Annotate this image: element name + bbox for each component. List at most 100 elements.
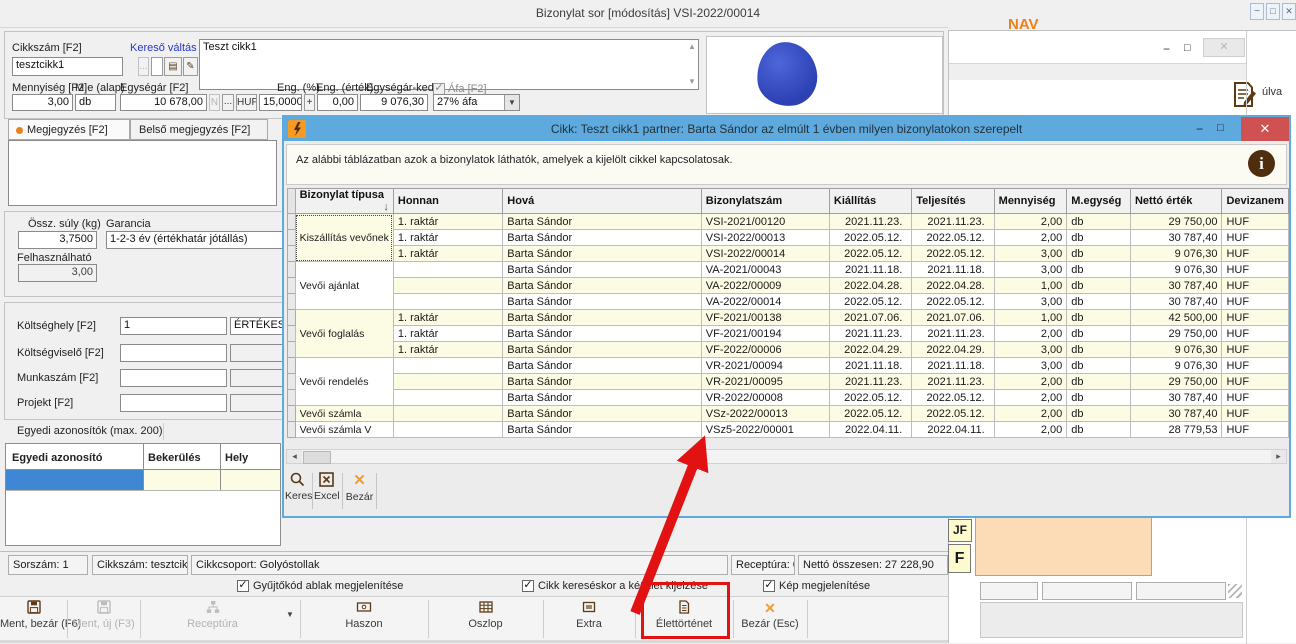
cell-netto-ertek[interactable]: 9 076,30: [1130, 246, 1221, 262]
cell-devizanem[interactable]: HUF: [1222, 246, 1289, 262]
cell-megyseg[interactable]: db: [1067, 326, 1131, 342]
cell-kiallitas[interactable]: 2021.11.18.: [829, 358, 911, 374]
notepad-edit-button[interactable]: ▤: [164, 57, 182, 76]
cell-teljesites[interactable]: 2022.04.11.: [912, 422, 994, 438]
cell-devizanem[interactable]: HUF: [1222, 390, 1289, 406]
table-row[interactable]: Barta SándorVR-2022/000082022.05.12.2022…: [288, 390, 1289, 406]
cell-bizonylatszam[interactable]: VA-2022/00009: [701, 278, 829, 294]
scroll-down-icon[interactable]: ▼: [688, 77, 696, 86]
cell-hova[interactable]: Barta Sándor: [503, 262, 701, 278]
cell-hova[interactable]: Barta Sándor: [503, 294, 701, 310]
cell-bizonylatszam[interactable]: VSI-2022/00013: [701, 230, 829, 246]
cell-netto-ertek[interactable]: 30 787,40: [1130, 230, 1221, 246]
cell-devizanem[interactable]: HUF: [1222, 342, 1289, 358]
header-kiallitas[interactable]: Kiállítás: [829, 189, 911, 214]
cell-mennyiseg[interactable]: 2,00: [994, 406, 1067, 422]
cell-bizonylatszam[interactable]: VSI-2021/00120: [701, 214, 829, 230]
cell-megyseg[interactable]: db: [1067, 422, 1131, 438]
receptura-dropdown-icon[interactable]: ▼: [286, 610, 294, 619]
cell-bizonylatszam[interactable]: VA-2022/00014: [701, 294, 829, 310]
save-close-button[interactable]: Ment, bezár (F6): [0, 598, 67, 640]
cell-teljesites[interactable]: 2022.05.12.: [912, 294, 994, 310]
cell-bizonylatszam[interactable]: VF-2022/00006: [701, 342, 829, 358]
cell-netto-ertek[interactable]: 28 779,53: [1130, 422, 1221, 438]
cell-teljesites[interactable]: 2021.11.18.: [912, 358, 994, 374]
cell-mennyiseg[interactable]: 3,00: [994, 246, 1067, 262]
doc-type-group-cell[interactable]: Vevői rendelés: [295, 358, 393, 406]
cell-teljesites[interactable]: 2022.04.28.: [912, 278, 994, 294]
megjegyzes-textarea[interactable]: [8, 140, 277, 206]
cell-devizanem[interactable]: HUF: [1222, 230, 1289, 246]
egysegar-kedv-input[interactable]: 9 076,30: [360, 94, 428, 111]
bezar-button[interactable]: ✕ Bezár (Esc): [733, 598, 807, 640]
gyujtokod-checkbox[interactable]: ✓: [237, 580, 249, 592]
egysegar-input[interactable]: 10 678,00: [120, 94, 207, 111]
cell-netto-ertek[interactable]: 9 076,30: [1130, 358, 1221, 374]
cell-kiallitas[interactable]: 2022.04.29.: [829, 342, 911, 358]
mennyiseg-input[interactable]: 3,00: [12, 94, 73, 111]
cell-mennyiseg[interactable]: 3,00: [994, 342, 1067, 358]
cell-megyseg[interactable]: db: [1067, 358, 1131, 374]
cell-devizanem[interactable]: HUF: [1222, 326, 1289, 342]
scrollbar-thumb[interactable]: [303, 451, 331, 464]
cell-devizanem[interactable]: HUF: [1222, 310, 1289, 326]
table-row[interactable]: Vevői számla VBarta SándorVSz5-2022/0000…: [288, 422, 1289, 438]
cell-kiallitas[interactable]: 2022.04.11.: [829, 422, 911, 438]
cell-kiallitas[interactable]: 2022.05.12.: [829, 246, 911, 262]
outer-minimize-icon[interactable]: −: [1250, 3, 1264, 20]
cell-hova[interactable]: Barta Sándor: [503, 374, 701, 390]
tab-belso-megjegyzes[interactable]: Belső megjegyzés [F2]: [130, 119, 268, 140]
me-alap-input[interactable]: db: [75, 94, 116, 111]
cell-megyseg[interactable]: db: [1067, 390, 1131, 406]
popup-titlebar[interactable]: Cikk: Teszt cikk1 partner: Barta Sándor …: [284, 117, 1289, 141]
cell-honnan[interactable]: [393, 390, 502, 406]
close-icon[interactable]: ✕: [1203, 38, 1245, 57]
cell-bizonylatszam[interactable]: VF-2021/00138: [701, 310, 829, 326]
cell-netto-ertek[interactable]: 29 750,00: [1130, 374, 1221, 390]
eng-pct-input[interactable]: 15,0000: [259, 94, 302, 111]
bezar-button[interactable]: ✕ Bezár: [344, 471, 375, 511]
table-row[interactable]: 1. raktárBarta SándorVF-2022/000062022.0…: [288, 342, 1289, 358]
cell-mennyiseg[interactable]: 1,00: [994, 310, 1067, 326]
doc-type-group-cell[interactable]: Vevői ajánlat: [295, 262, 393, 310]
cell-bizonylatszam[interactable]: VF-2021/00194: [701, 326, 829, 342]
edit-document-icon[interactable]: [1231, 81, 1257, 109]
cell-netto-ertek[interactable]: 30 787,40: [1130, 390, 1221, 406]
cell-netto-ertek[interactable]: 30 787,40: [1130, 406, 1221, 422]
cell-devizanem[interactable]: HUF: [1222, 406, 1289, 422]
cell-kiallitas[interactable]: 2021.11.18.: [829, 262, 911, 278]
cikkszam-input[interactable]: tesztcikk1: [12, 57, 123, 76]
cell-honnan[interactable]: 1. raktár: [393, 230, 502, 246]
cell-honnan[interactable]: [393, 294, 502, 310]
plus-spinner[interactable]: +: [304, 94, 315, 111]
cell-kiallitas[interactable]: 2022.04.28.: [829, 278, 911, 294]
cell-hova[interactable]: Barta Sándor: [503, 230, 701, 246]
egyedi-selected-cell[interactable]: [6, 470, 143, 490]
minimize-icon[interactable]: −: [1196, 117, 1203, 141]
tab-egyedi-azonositok[interactable]: Egyedi azonosítók (max. 200): [17, 425, 163, 437]
scroll-left-icon[interactable]: ◂: [287, 450, 302, 463]
cell-netto-ertek[interactable]: 29 750,00: [1130, 326, 1221, 342]
table-row[interactable]: Barta SándorVR-2021/000952021.11.23.2021…: [288, 374, 1289, 390]
cell-kiallitas[interactable]: 2022.05.12.: [829, 294, 911, 310]
header-megyseg[interactable]: M.egység: [1067, 189, 1131, 214]
koltseghely-input[interactable]: 1: [120, 317, 227, 335]
cell-devizanem[interactable]: HUF: [1222, 294, 1289, 310]
cell-mennyiseg[interactable]: 1,00: [994, 278, 1067, 294]
cell-mennyiseg[interactable]: 3,00: [994, 358, 1067, 374]
excel-button[interactable]: Excel: [314, 471, 339, 511]
cell-honnan[interactable]: [393, 374, 502, 390]
cell-kiallitas[interactable]: 2021.07.06.: [829, 310, 911, 326]
cell-netto-ertek[interactable]: 30 787,40: [1130, 278, 1221, 294]
cell-mennyiseg[interactable]: 3,00: [994, 262, 1067, 278]
cell-megyseg[interactable]: db: [1067, 246, 1131, 262]
cell-devizanem[interactable]: HUF: [1222, 278, 1289, 294]
cell-bizonylatszam[interactable]: VSI-2022/00014: [701, 246, 829, 262]
maximize-icon[interactable]: □: [1217, 116, 1224, 140]
cell-megyseg[interactable]: db: [1067, 214, 1131, 230]
eng-ertek-input[interactable]: 0,00: [317, 94, 358, 111]
info-icon[interactable]: i: [1248, 150, 1275, 177]
header-devizanem[interactable]: Devizanem: [1222, 189, 1289, 214]
haszon-button[interactable]: Haszon: [300, 598, 428, 640]
table-row[interactable]: 1. raktárBarta SándorVF-2021/001942021.1…: [288, 326, 1289, 342]
